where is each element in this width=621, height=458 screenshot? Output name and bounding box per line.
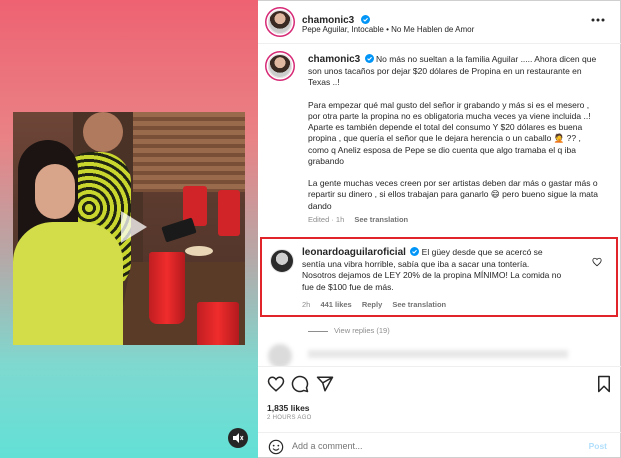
- commenter-avatar[interactable]: [270, 249, 294, 273]
- verified-icon: [410, 247, 420, 259]
- post-button[interactable]: Post: [589, 441, 607, 451]
- caption-meta: Edited · 1h See translation: [308, 214, 598, 225]
- play-icon[interactable]: [109, 205, 153, 249]
- action-bar: 1,835 likes 2 HOURS AGO: [258, 366, 621, 426]
- caption-see-translation[interactable]: See translation: [354, 215, 408, 224]
- mute-icon[interactable]: [228, 428, 248, 448]
- video-player[interactable]: [13, 112, 245, 345]
- comment-body: leonardoaguilaroficial El güey desde que…: [302, 247, 564, 310]
- verified-icon: [364, 54, 374, 66]
- more-options-icon[interactable]: [591, 18, 605, 22]
- post-timestamp: 2 HOURS AGO: [267, 415, 312, 421]
- replies-divider: [308, 330, 328, 332]
- caption: chamonic3 No más no sueltan a la familia…: [308, 54, 598, 225]
- view-replies-label[interactable]: View replies (19): [334, 326, 390, 335]
- comment-heart-icon[interactable]: [592, 257, 602, 267]
- add-comment-bar: Post: [258, 432, 621, 458]
- next-comment-blurred: [268, 342, 613, 366]
- post-header: chamonic3 Pepe Aguilar, Intocable • No M…: [258, 0, 621, 44]
- avatar[interactable]: [268, 10, 292, 34]
- comment-likes[interactable]: 441 likes: [320, 300, 351, 309]
- comment-time: 2h: [302, 299, 311, 309]
- emoji-icon[interactable]: [268, 439, 284, 455]
- post-panel: chamonic3 Pepe Aguilar, Intocable • No M…: [258, 0, 621, 458]
- share-icon[interactable]: [316, 375, 334, 393]
- comments-area[interactable]: chamonic3 No más no sueltan a la familia…: [258, 44, 621, 366]
- reply-button[interactable]: Reply: [362, 300, 382, 309]
- caption-edited: Edited · 1h: [308, 214, 345, 224]
- caption-text: No más no sueltan a la familia Aguilar .…: [308, 54, 599, 211]
- view-replies[interactable]: View replies (19): [308, 326, 390, 335]
- comment-input[interactable]: [292, 438, 542, 454]
- comment-username[interactable]: leonardoaguilaroficial: [302, 247, 406, 258]
- save-bookmark-icon[interactable]: [595, 375, 613, 393]
- comment-see-translation[interactable]: See translation: [392, 300, 446, 309]
- highlighted-comment: leonardoaguilaroficial El güey desde que…: [260, 237, 618, 317]
- comment-meta: 2h 441 likes Reply See translation: [302, 299, 564, 310]
- window-blinds: [133, 112, 245, 192]
- comment-icon[interactable]: [291, 375, 309, 393]
- likes-count[interactable]: 1,835 likes: [267, 403, 310, 413]
- heart-icon[interactable]: [267, 375, 285, 393]
- caption-username[interactable]: chamonic3: [308, 54, 360, 65]
- media-background: [0, 0, 258, 458]
- audio-label[interactable]: Pepe Aguilar, Intocable • No Me Hablen d…: [302, 25, 474, 34]
- caption-avatar[interactable]: [268, 54, 292, 78]
